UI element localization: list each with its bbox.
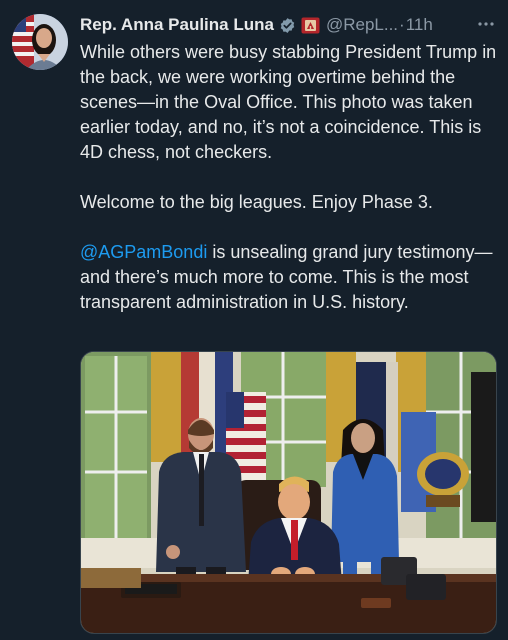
oval-office-photo: [81, 352, 496, 633]
tweet-paragraph-3: @AGPamBondi is unsealing grand jury test…: [80, 240, 500, 315]
separator-dot: ·: [399, 15, 405, 34]
verified-badge-icon[interactable]: [279, 17, 296, 34]
more-horizontal-icon[interactable]: [476, 13, 496, 40]
government-seal-badge-icon: [301, 17, 320, 34]
mention-link[interactable]: @AGPamBondi: [80, 242, 207, 262]
tweet-paragraph-1: While others were busy stabbing Presiden…: [80, 42, 497, 162]
avatar[interactable]: [12, 14, 68, 70]
display-name[interactable]: Rep. Anna Paulina Luna: [80, 14, 274, 36]
handle[interactable]: @RepL...: [326, 14, 398, 36]
tweet-header: Rep. Anna Paulina Luna @RepL... · 11h: [80, 13, 500, 37]
timestamp[interactable]: 11h: [406, 14, 433, 36]
tweet[interactable]: Rep. Anna Paulina Luna @RepL... · 11h Wh…: [0, 0, 508, 640]
tweet-paragraph-2: Welcome to the big leagues. Enjoy Phase …: [80, 192, 433, 212]
tweet-photo[interactable]: [80, 351, 497, 634]
avatar-image: [12, 14, 68, 70]
tweet-text: While others were busy stabbing Presiden…: [80, 40, 500, 315]
